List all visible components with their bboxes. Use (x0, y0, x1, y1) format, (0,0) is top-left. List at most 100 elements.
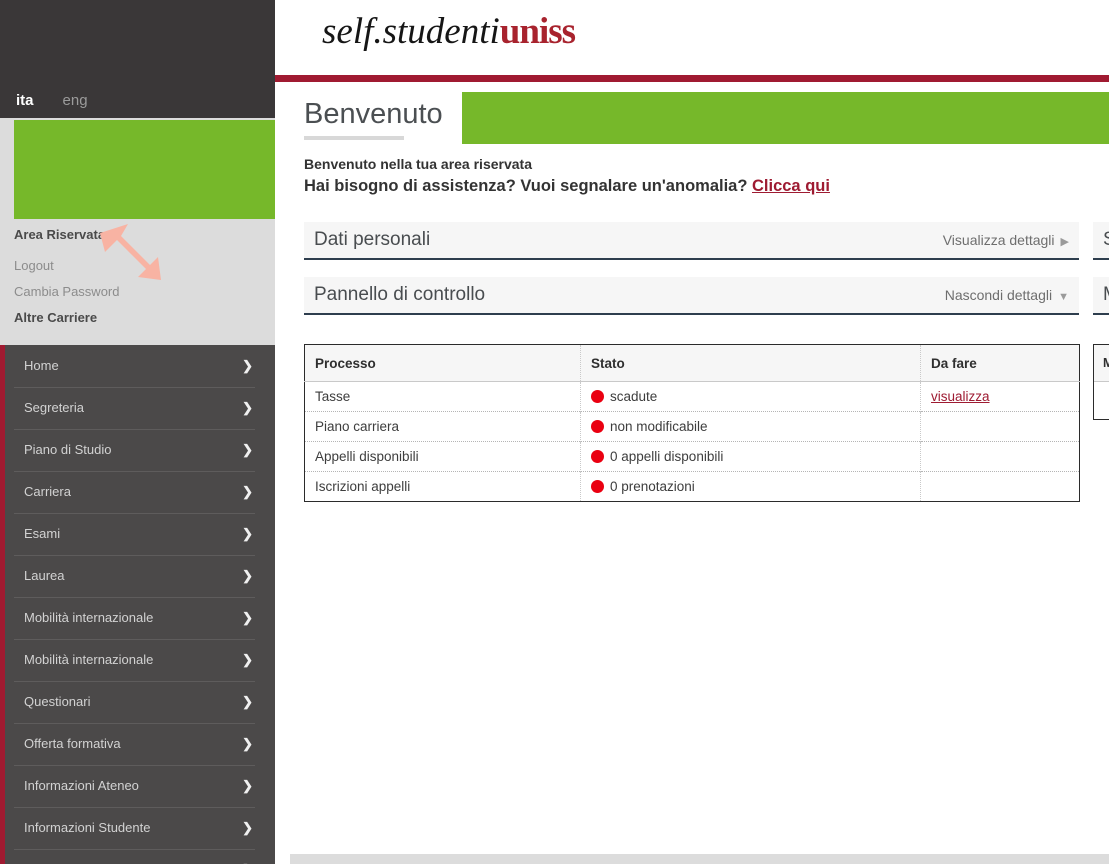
cell-processo: Appelli disponibili (305, 442, 581, 472)
chevron-right-icon: ❯ (242, 471, 253, 513)
title-underline (304, 136, 404, 140)
status-dot-red-icon (591, 390, 604, 403)
messaggi-table-partial: Messaggi (1093, 344, 1109, 420)
page-title: Benvenuto (304, 98, 443, 131)
sidebar-item-tirocini[interactable]: Tirocini e stage ❯ (5, 849, 275, 864)
menu-label: Carriera (24, 471, 71, 513)
sidebar-item-laurea[interactable]: Laurea ❯ (5, 555, 275, 597)
university-logo-placeholder (14, 120, 275, 219)
menu-label: Tirocini e stage (24, 849, 112, 864)
sidebar-item-logout[interactable]: Logout (14, 253, 120, 279)
menu-label: Informazioni Studente (24, 807, 150, 849)
panel-messaggi-partial: Messaggi (1093, 277, 1109, 315)
table-header-row: Processo Stato Da fare (305, 345, 1080, 382)
app-window: ita eng Area Riservata Logout Cambia Pass… (0, 0, 1109, 864)
welcome-message: Benvenuto nella tua area riservata (304, 156, 532, 172)
chevron-right-icon: ❯ (242, 681, 253, 723)
menu-label: Piano di Studio (24, 429, 111, 471)
panel-status-studente-partial: Status Studente (1093, 222, 1109, 260)
logo-text-black: self.studenti (322, 11, 500, 52)
cell-stato: non modificabile (581, 412, 921, 442)
main-content: self.studentiuniss Benvenuto Benvenuto n… (275, 0, 1109, 864)
sidebar-item-area-riservata[interactable]: Area Riservata (14, 224, 120, 253)
lang-ita-link[interactable]: ita (16, 92, 34, 109)
chevron-right-icon: ❯ (242, 765, 253, 807)
chevron-right-icon: ❯ (242, 429, 253, 471)
panel-dati-personali: Dati personali Visualizza dettagli▶ (304, 222, 1079, 260)
sidebar-item-informazioni-ateneo[interactable]: Informazioni Ateneo ❯ (5, 765, 275, 807)
triangle-right-icon: ▶ (1061, 236, 1069, 248)
panel-pannello-controllo-title: Pannello di controllo (314, 284, 485, 306)
account-links: Area Riservata Logout Cambia Password Al… (14, 224, 120, 331)
status-text: scadute (610, 389, 657, 404)
menu-label: Esami (24, 513, 60, 555)
cell-da-fare: visualizza (921, 382, 1080, 412)
cell-da-fare (921, 472, 1080, 502)
header-divider-bar (275, 75, 1109, 82)
chevron-right-icon: ❯ (242, 555, 253, 597)
action-label: Nascondi dettagli (945, 287, 1052, 303)
sidebar-item-segreteria[interactable]: Segreteria ❯ (5, 387, 275, 429)
menu-label: Informazioni Ateneo (24, 765, 139, 807)
sidebar-item-cambia-password[interactable]: Cambia Password (14, 279, 120, 305)
table-row: Appelli disponibili 0 appelli disponibil… (305, 442, 1080, 472)
panel-pannello-controllo: Pannello di controllo Nascondi dettagli▼ (304, 277, 1079, 315)
panel-dati-personali-title: Dati personali (314, 229, 430, 251)
table-row: Iscrizioni appelli 0 prenotazioni (305, 472, 1080, 502)
sidebar-item-informazioni-studente[interactable]: Informazioni Studente ❯ (5, 807, 275, 849)
menu-label: Mobilità internazionale (24, 597, 153, 639)
nascondi-dettagli-button[interactable]: Nascondi dettagli▼ (945, 287, 1069, 303)
assistance-text: Hai bisogno di assistenza? Vuoi segnalar… (304, 177, 752, 195)
visualizza-link[interactable]: visualizza (931, 389, 990, 404)
panel-title: Status Studente (1103, 229, 1109, 251)
lang-eng-link[interactable]: eng (63, 92, 88, 109)
chevron-right-icon: ❯ (242, 849, 253, 864)
sidebar-item-piano-di-studio[interactable]: Piano di Studio ❯ (5, 429, 275, 471)
horizontal-scrollbar[interactable] (290, 854, 1109, 864)
status-text: 0 appelli disponibili (610, 449, 723, 464)
menu-label: Offerta formativa (24, 723, 121, 765)
table-row: Piano carriera non modificabile (305, 412, 1080, 442)
chevron-right-icon: ❯ (242, 387, 253, 429)
chevron-right-icon: ❯ (242, 807, 253, 849)
sidebar-item-mobilita-internazionale-2[interactable]: Mobilità internazionale ❯ (5, 639, 275, 681)
cell-stato: 0 appelli disponibili (581, 442, 921, 472)
assistance-link[interactable]: Clicca qui (752, 177, 830, 195)
sidebar-item-mobilita-internazionale-1[interactable]: Mobilità internazionale ❯ (5, 597, 275, 639)
chevron-right-icon: ❯ (242, 597, 253, 639)
status-dot-red-icon (591, 480, 604, 493)
column-header-processo: Processo (305, 345, 581, 382)
sidebar-item-questionari[interactable]: Questionari ❯ (5, 681, 275, 723)
sidebar-header: ita eng (0, 0, 275, 118)
sidebar-item-home[interactable]: Home ❯ (5, 345, 275, 387)
status-text: 0 prenotazioni (610, 479, 695, 494)
menu-label: Home (24, 345, 59, 387)
sidebar-item-offerta-formativa[interactable]: Offerta formativa ❯ (5, 723, 275, 765)
chevron-right-icon: ❯ (242, 723, 253, 765)
menu-label: Laurea (24, 555, 64, 597)
status-text: non modificabile (610, 419, 708, 434)
assistance-line: Hai bisogno di assistenza? Vuoi segnalar… (304, 177, 830, 196)
visualizza-dettagli-button[interactable]: Visualizza dettagli▶ (943, 232, 1069, 248)
sidebar-item-esami[interactable]: Esami ❯ (5, 513, 275, 555)
cell-da-fare (921, 442, 1080, 472)
menu-label: Mobilità internazionale (24, 639, 153, 681)
sidebar-menu: Home ❯ Segreteria ❯ Piano di Studio ❯ Ca… (0, 345, 275, 864)
table-row: Tasse scadute visualizza (305, 382, 1080, 412)
language-switcher: ita eng (16, 92, 88, 109)
menu-label: Segreteria (24, 387, 84, 429)
account-panel: Area Riservata Logout Cambia Password Al… (0, 118, 275, 345)
cell-processo: Tasse (305, 382, 581, 412)
cell-processo: Piano carriera (305, 412, 581, 442)
sidebar-item-altre-carriere[interactable]: Altre Carriere (14, 305, 120, 331)
sidebar-item-carriera[interactable]: Carriera ❯ (5, 471, 275, 513)
logo-text-red: uniss (500, 11, 575, 52)
cell-stato: scadute (581, 382, 921, 412)
chevron-right-icon: ❯ (242, 639, 253, 681)
cell-processo: Iscrizioni appelli (305, 472, 581, 502)
messaggi-table-header: Messaggi (1094, 345, 1109, 382)
chevron-right-icon: ❯ (242, 513, 253, 555)
title-green-banner (462, 92, 1109, 144)
cell-stato: 0 prenotazioni (581, 472, 921, 502)
control-panel-table: Processo Stato Da fare Tasse scadute vis… (304, 344, 1080, 502)
